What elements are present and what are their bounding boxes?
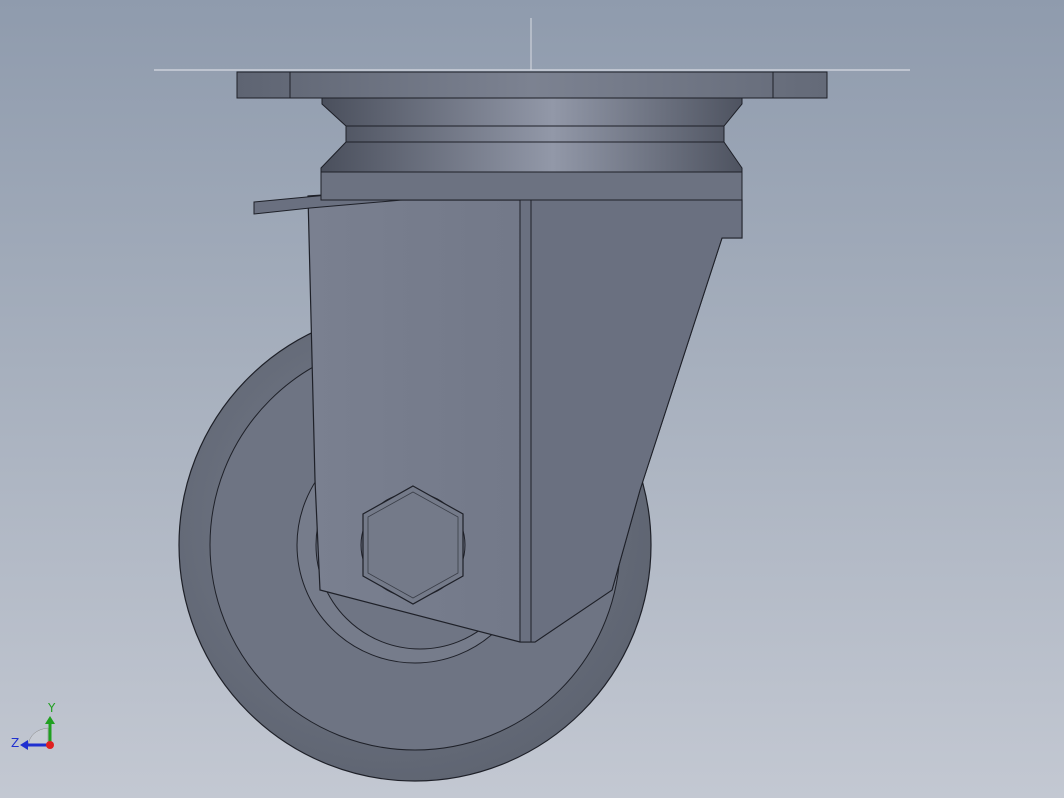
fork-side-plate xyxy=(519,199,532,643)
graphics-viewport[interactable] xyxy=(0,0,1064,798)
triad-base-icon xyxy=(27,727,49,747)
x-axis-dot xyxy=(46,741,54,749)
view-orientation-triad[interactable]: Y Z xyxy=(0,690,80,760)
swivel-neck xyxy=(320,97,743,173)
z-axis-label: Z xyxy=(11,736,19,750)
swivel-housing xyxy=(320,171,743,201)
y-axis-label: Y xyxy=(47,701,56,715)
top-mounting-plate[interactable] xyxy=(236,71,828,99)
